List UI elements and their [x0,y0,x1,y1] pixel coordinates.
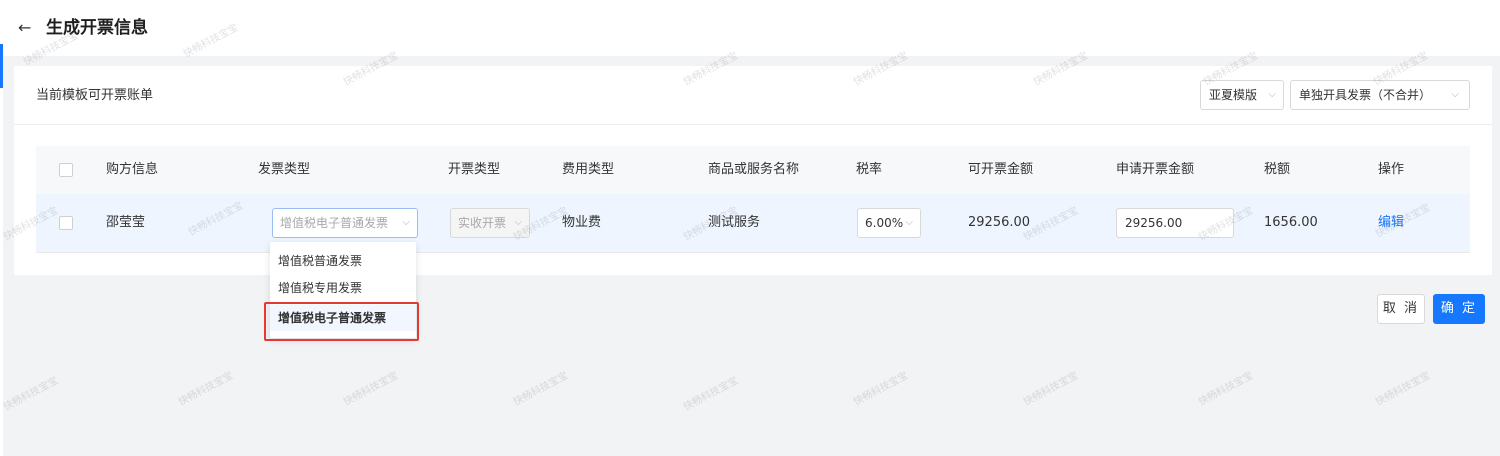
col-header-tax-amount: 税额 [1264,162,1291,177]
template-select[interactable]: 亚夏模版 ⌵ [1200,80,1284,110]
select-all-checkbox[interactable] [59,163,73,177]
table-row: 邵莹莹 增值税电子普通发票 ⌵ 实收开票 ⌵ 物业费 测试服务 6.00% ⌵ … [36,194,1470,253]
service-name-cell: 测试服务 [708,215,761,230]
row-checkbox[interactable] [59,216,73,230]
col-header-fee-type: 费用类型 [562,162,615,177]
fee-type-cell: 物业费 [562,215,602,230]
chevron-down-icon: ⌵ [1451,89,1459,100]
bill-card: 当前模板可开票账单 亚夏模版 ⌵ 单独开具发票（不合并） ⌵ 购方信息 发票类型… [14,66,1492,275]
col-header-tax-rate: 税率 [856,162,883,177]
back-arrow-icon[interactable]: ← [18,19,36,37]
chevron-down-icon: ⌵ [514,217,522,228]
dropdown-option-normal-invoice[interactable]: 增值税普通发票 [270,248,416,274]
page-title: 生成开票信息 [46,18,148,38]
col-header-invoice-type: 发票类型 [258,162,311,177]
edit-link[interactable]: 编辑 [1378,214,1404,232]
invoice-type-dropdown: 增值税普通发票 增值税专用发票 增值税电子普通发票 [270,242,416,338]
table-header: 购方信息 发票类型 开票类型 费用类型 商品或服务名称 税率 可开票金额 申请开… [36,146,1470,194]
tax-amount-cell: 1656.00 [1264,215,1318,230]
card-divider [14,124,1492,125]
col-header-action: 操作 [1378,162,1405,177]
page-header: ← 生成开票信息 [0,0,1500,56]
buyer-cell: 邵莹莹 [106,215,146,230]
invoice-type-select[interactable]: 增值税电子普通发票 ⌵ [272,208,418,238]
col-header-apply-amount: 申请开票金额 [1116,162,1195,177]
card-title: 当前模板可开票账单 [36,88,154,103]
chevron-down-icon: ⌵ [905,217,913,228]
col-header-service-name: 商品或服务名称 [708,162,800,177]
issue-type-select[interactable]: 实收开票 ⌵ [450,208,530,238]
col-header-buyer: 购方信息 [106,162,159,177]
issue-type-value: 实收开票 [458,216,507,230]
apply-amount-input[interactable]: 29256.00 [1116,208,1234,238]
dropdown-option-electronic-invoice[interactable]: 增值税电子普通发票 [270,305,416,331]
template-select-value: 亚夏模版 [1209,88,1258,102]
dropdown-option-special-invoice[interactable]: 增值税专用发票 [270,275,416,301]
col-header-issue-type: 开票类型 [448,162,501,177]
tax-rate-select[interactable]: 6.00% ⌵ [857,208,921,238]
invoice-type-value: 增值税电子普通发票 [280,216,389,230]
tax-rate-value: 6.00% [865,216,904,230]
col-header-invoicable-amount: 可开票金额 [968,162,1034,177]
invoice-mode-value: 单独开具发票（不合并） [1299,88,1432,102]
cancel-button[interactable]: 取 消 [1377,294,1425,324]
chevron-down-icon: ⌵ [402,217,410,228]
confirm-button[interactable]: 确 定 [1433,294,1485,324]
chevron-down-icon: ⌵ [1268,89,1276,100]
invoicable-amount-cell: 29256.00 [968,215,1031,230]
invoice-mode-select[interactable]: 单独开具发票（不合并） ⌵ [1290,80,1470,110]
